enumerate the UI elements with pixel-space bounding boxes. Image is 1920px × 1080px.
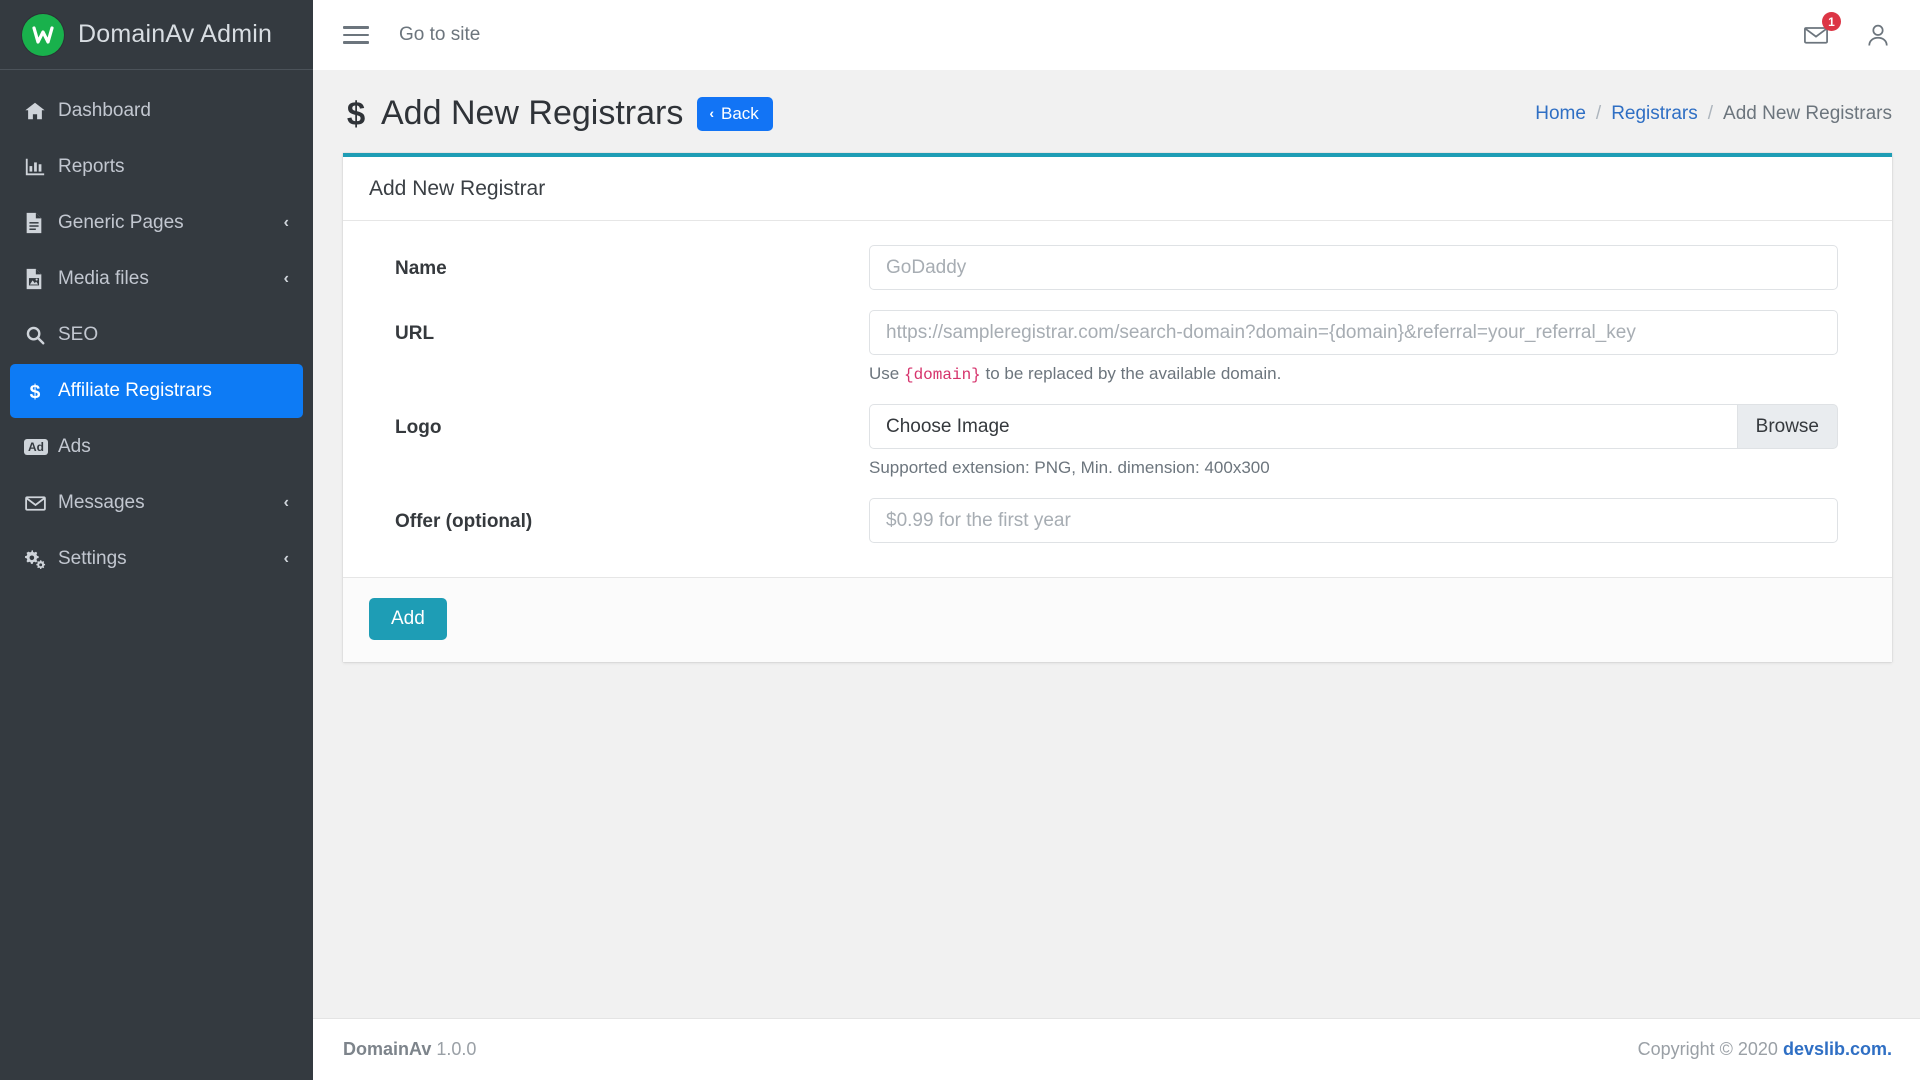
add-registrar-card: Add New Registrar Name URL (343, 153, 1892, 662)
footer-version-number: 1.0.0 (436, 1039, 477, 1059)
page-title-text: Add New Registrars (381, 94, 684, 132)
svg-text:$: $ (347, 97, 365, 131)
chevron-left-icon: ‹ (283, 494, 289, 511)
logo-help-text: Supported extension: PNG, Min. dimension… (869, 458, 1270, 477)
url-help-code: {domain} (903, 366, 981, 384)
sidebar-item-ads[interactable]: Ad Ads (10, 420, 303, 474)
name-field-wrap (869, 245, 1866, 290)
cogs-icon (24, 548, 58, 571)
sidebar-item-dashboard[interactable]: Dashboard (10, 84, 303, 138)
sidebar-item-label: Messages (58, 492, 145, 513)
url-input[interactable] (869, 310, 1838, 355)
form-row-url: URL Use {domain} to be replaced by the a… (369, 310, 1866, 384)
sidebar-item-label: Generic Pages (58, 212, 184, 233)
chevron-left-icon: ‹ (283, 270, 289, 287)
sidebar-item-label: SEO (58, 324, 99, 345)
footer-version: DomainAv 1.0.0 (343, 1039, 476, 1060)
goto-site-link[interactable]: Go to site (399, 24, 480, 46)
home-icon (24, 100, 58, 122)
logo-field-label: Logo (395, 417, 442, 438)
file-icon (24, 212, 58, 234)
search-icon (24, 324, 58, 346)
card-container: Add New Registrar Name URL (313, 153, 1920, 662)
name-field-label: Name (395, 258, 447, 279)
form-row-logo: Logo Choose Image Browse Supported exten… (369, 404, 1866, 478)
user-account-icon[interactable] (1864, 21, 1892, 49)
dollar-icon: $ (24, 380, 58, 402)
sidebar-item-label: Media files (58, 268, 149, 289)
sidebar-item-generic-pages[interactable]: Generic Pages ‹ (10, 196, 303, 250)
sidebar: DomainAv Admin Dashboard Reports Generic… (0, 0, 313, 1080)
logo-browse-button[interactable]: Browse (1736, 404, 1838, 449)
back-button-label: Back (721, 103, 759, 123)
form-row-name: Name (369, 245, 1866, 290)
topbar-actions: 1 (1802, 12, 1892, 49)
form-row-offer: Offer (optional) (369, 498, 1866, 543)
sidebar-item-label: Affiliate Registrars (58, 380, 212, 401)
offer-field-label: Offer (optional) (395, 511, 533, 532)
sidebar-item-reports[interactable]: Reports (10, 140, 303, 194)
sidebar-item-seo[interactable]: SEO (10, 308, 303, 362)
logo-file-name[interactable]: Choose Image (869, 404, 1737, 449)
breadcrumb: Home / Registrars / Add New Registrars (1535, 103, 1892, 125)
svg-text:$: $ (30, 382, 41, 402)
page-header: $ Add New Registrars ‹ Back Home / Regis… (313, 70, 1920, 153)
hamburger-icon[interactable] (343, 21, 369, 49)
sidebar-item-media-files[interactable]: Media files ‹ (10, 252, 303, 306)
breadcrumb-item-home[interactable]: Home (1535, 103, 1586, 125)
url-help-text: Use {domain} to be replaced by the avail… (869, 364, 1838, 384)
sidebar-item-affiliate-registrars[interactable]: $ Affiliate Registrars (10, 364, 303, 418)
sidebar-item-label: Dashboard (58, 100, 151, 121)
url-help-prefix: Use (869, 364, 904, 383)
footer-copyright-text: Copyright © 2020 (1637, 1039, 1783, 1059)
sidebar-item-settings[interactable]: Settings ‹ (10, 532, 303, 586)
chevron-left-icon: ‹ (709, 105, 715, 121)
image-file-icon (24, 268, 58, 290)
envelope-icon (24, 492, 58, 515)
sidebar-item-messages[interactable]: Messages ‹ (10, 476, 303, 530)
admin-page: DomainAv Admin Dashboard Reports Generic… (0, 0, 1920, 1080)
dollar-icon: $ (343, 97, 369, 131)
name-input[interactable] (869, 245, 1838, 290)
chevron-left-icon: ‹ (283, 214, 289, 231)
card-header: Add New Registrar (343, 157, 1892, 221)
sidebar-item-label: Settings (58, 548, 127, 569)
app-logo-icon (22, 13, 64, 56)
page-footer: DomainAv 1.0.0 Copyright © 2020 devslib.… (313, 1018, 1920, 1080)
chevron-left-icon: ‹ (283, 550, 289, 567)
brand-title: DomainAv Admin (78, 20, 273, 48)
page-title: $ Add New Registrars (343, 94, 684, 133)
chart-bar-icon (24, 156, 58, 178)
messages-badge: 1 (1822, 12, 1841, 31)
url-field-wrap: Use {domain} to be replaced by the avail… (869, 310, 1866, 384)
card-footer: Add (343, 577, 1892, 662)
logo-field-wrap: Choose Image Browse Supported extension:… (869, 404, 1866, 478)
sidebar-brand[interactable]: DomainAv Admin (0, 0, 313, 70)
footer-app-name: DomainAv (343, 1039, 432, 1059)
ad-badge-label: Ad (24, 439, 48, 455)
breadcrumb-item-registrars[interactable]: Registrars (1611, 103, 1698, 125)
url-field-label: URL (395, 323, 435, 344)
main-area: Go to site 1 $ Add New Registrars ‹ Back… (313, 0, 1920, 1080)
ad-icon: Ad (24, 439, 58, 455)
back-button[interactable]: ‹ Back (697, 96, 773, 131)
footer-link[interactable]: devslib.com. (1783, 1039, 1892, 1059)
breadcrumb-separator: / (1595, 102, 1602, 124)
logo-file-input-group: Choose Image Browse (869, 404, 1838, 449)
messages-icon[interactable]: 1 (1802, 12, 1841, 49)
breadcrumb-item-current: Add New Registrars (1723, 102, 1892, 124)
add-button[interactable]: Add (369, 598, 447, 640)
sidebar-item-label: Ads (58, 436, 91, 457)
offer-input[interactable] (869, 498, 1838, 543)
url-help-suffix: to be replaced by the available domain. (980, 364, 1282, 383)
sidebar-nav: Dashboard Reports Generic Pages ‹ Media … (0, 70, 313, 588)
topbar: Go to site 1 (313, 0, 1920, 70)
offer-field-wrap (869, 498, 1866, 543)
footer-copyright: Copyright © 2020 devslib.com. (1638, 1039, 1892, 1060)
card-body: Name URL Use {domain} to be replaced by … (343, 221, 1892, 577)
sidebar-item-label: Reports (58, 156, 125, 177)
breadcrumb-separator: / (1707, 102, 1714, 124)
